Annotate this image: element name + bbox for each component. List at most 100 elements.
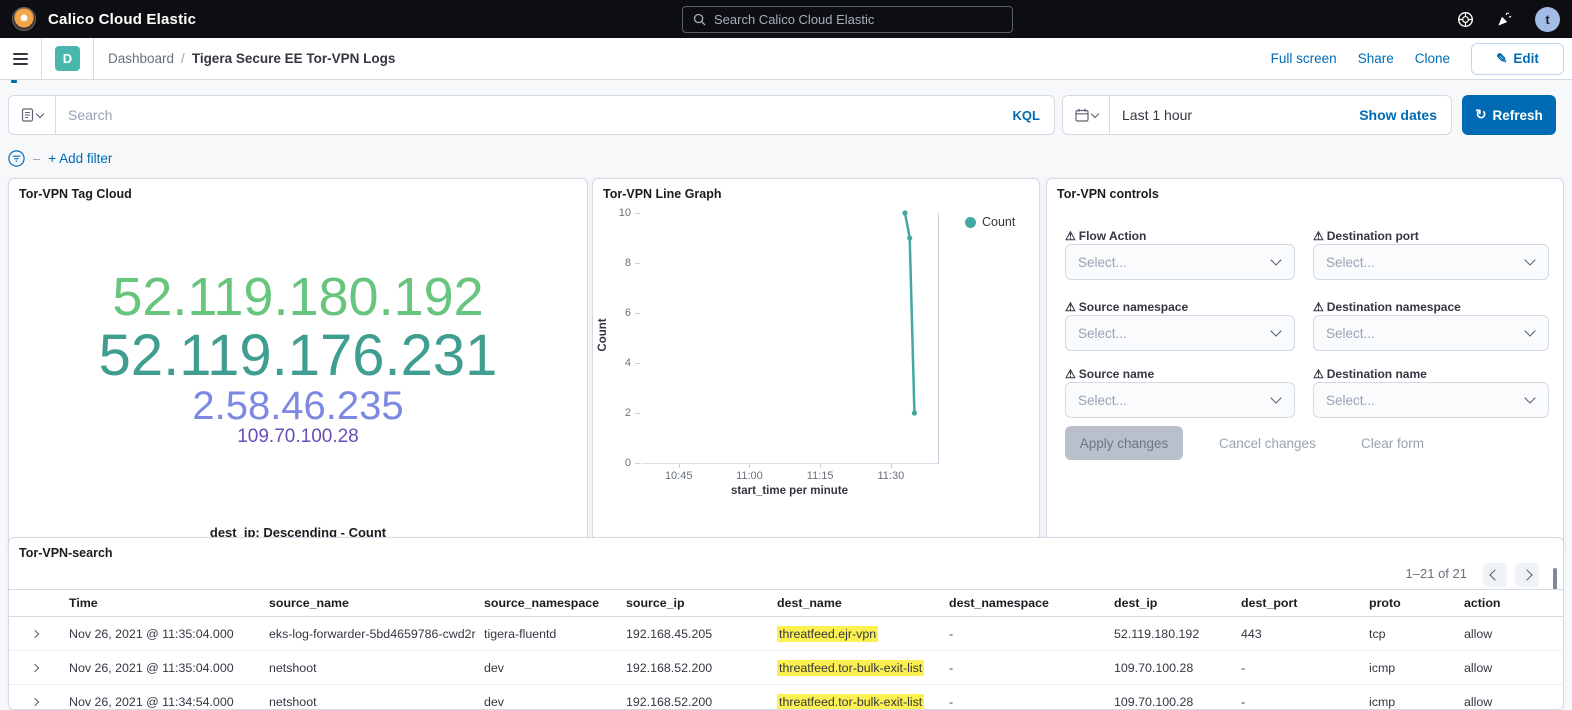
column-header-expander <box>9 590 61 616</box>
cell-source_namespace: dev <box>476 685 618 710</box>
cell-source_ip: 192.168.52.200 <box>618 651 769 684</box>
column-header-dest_ip[interactable]: dest_ip <box>1106 590 1233 616</box>
chevron-down-icon <box>1090 110 1098 118</box>
expand-row-button[interactable] <box>9 685 61 710</box>
pagination-next-button[interactable] <box>1515 563 1539 587</box>
cell-dest_port: - <box>1233 651 1361 684</box>
cell-source_namespace: dev <box>476 651 618 684</box>
filter-dash: – <box>33 151 40 166</box>
column-header-dest_port[interactable]: dest_port <box>1233 590 1361 616</box>
cell-dest_namespace: - <box>941 617 1106 650</box>
cell-source_name: netshoot <box>261 685 476 710</box>
warning-icon[interactable]: ⚠ <box>1065 300 1076 314</box>
edit-button[interactable]: ✎ Edit <box>1471 43 1564 75</box>
cancel-changes-button[interactable]: Cancel changes <box>1219 426 1316 460</box>
tag-cloud-term[interactable]: 2.58.46.235 <box>192 386 403 427</box>
cell-dest_namespace: - <box>941 651 1106 684</box>
warning-icon[interactable]: ⚠ <box>1313 367 1324 381</box>
dashboard-badge[interactable]: D <box>55 46 80 71</box>
column-header-source_name[interactable]: source_name <box>261 590 476 616</box>
panel-title: Tor-VPN Tag Cloud <box>19 187 132 201</box>
highlighted-dest-name: threatfeed.ejr-vpn <box>777 626 878 642</box>
warning-icon[interactable]: ⚠ <box>1065 367 1076 381</box>
table-body: Nov 26, 2021 @ 11:35:04.000eks-log-forwa… <box>9 617 1564 710</box>
refresh-button[interactable]: ↻ Refresh <box>1462 95 1556 135</box>
pagination-prev-button[interactable] <box>1483 563 1507 587</box>
tag-cloud-term[interactable]: 52.119.176.231 <box>99 326 498 386</box>
user-avatar[interactable]: t <box>1535 7 1560 32</box>
table-header-row: Timesource_namesource_namespacesource_ip… <box>9 589 1564 617</box>
search-results-panel: Tor-VPN-search 1–21 of 21 Timesource_nam… <box>8 537 1564 710</box>
control-label-text: Source namespace <box>1079 300 1188 314</box>
control-field-label: ⚠Source namespace <box>1065 300 1188 314</box>
date-quick-select-button[interactable] <box>1063 96 1110 134</box>
control-select-destination-namespace[interactable]: Select... <box>1313 315 1549 351</box>
column-header-action[interactable]: action <box>1456 590 1564 616</box>
table-row: Nov 26, 2021 @ 11:35:04.000netshootdev19… <box>9 651 1564 685</box>
whats-new-icon[interactable] <box>1496 11 1513 28</box>
time-range-value[interactable]: Last 1 hour <box>1110 107 1192 123</box>
control-label-text: Destination port <box>1327 229 1419 243</box>
warning-icon[interactable]: ⚠ <box>1313 300 1324 314</box>
control-select-source-name[interactable]: Select... <box>1065 382 1295 418</box>
column-header-proto[interactable]: proto <box>1361 590 1456 616</box>
legend-item-count[interactable]: Count <box>965 215 1015 229</box>
chevron-left-icon <box>1489 569 1500 580</box>
add-filter-button[interactable]: + Add filter <box>48 151 112 166</box>
refresh-button-label: Refresh <box>1493 108 1543 123</box>
clear-form-button[interactable]: Clear form <box>1361 426 1424 460</box>
page-title: Tigera Secure EE Tor-VPN Logs <box>192 51 396 66</box>
app-title: Calico Cloud Elastic <box>48 11 196 28</box>
legend-color-dot <box>965 217 976 228</box>
show-dates-button[interactable]: Show dates <box>1359 107 1451 123</box>
calico-logo[interactable] <box>12 7 36 31</box>
select-placeholder: Select... <box>1066 326 1272 341</box>
chevron-down-icon <box>1270 254 1281 265</box>
breadcrumb: Dashboard / Tigera Secure EE Tor-VPN Log… <box>108 51 395 66</box>
column-header-time[interactable]: Time <box>61 590 261 616</box>
column-header-dest_name[interactable]: dest_name <box>769 590 941 616</box>
column-header-dest_namespace[interactable]: dest_namespace <box>941 590 1106 616</box>
tag-cloud-term[interactable]: 52.119.180.192 <box>112 270 483 326</box>
expand-row-button[interactable] <box>9 651 61 684</box>
breadcrumb-dashboard-link[interactable]: Dashboard <box>108 51 174 66</box>
control-select-flow-action[interactable]: Select... <box>1065 244 1295 280</box>
panel-title: Tor-VPN controls <box>1057 187 1159 201</box>
column-header-source_ip[interactable]: source_ip <box>618 590 769 616</box>
kql-language-button[interactable]: KQL <box>1013 108 1054 123</box>
cell-dest_port: - <box>1233 685 1361 710</box>
full-screen-link[interactable]: Full screen <box>1271 51 1337 66</box>
control-select-destination-port[interactable]: Select... <box>1313 244 1549 280</box>
cell-dest_ip: 109.70.100.28 <box>1106 651 1233 684</box>
control-select-destination-name[interactable]: Select... <box>1313 382 1549 418</box>
cell-time: Nov 26, 2021 @ 11:35:04.000 <box>61 617 261 650</box>
control-select-source-namespace[interactable]: Select... <box>1065 315 1295 351</box>
hamburger-icon <box>13 53 28 65</box>
tag-cloud-panel: Tor-VPN Tag Cloud 52.119.180.19252.119.1… <box>8 178 588 553</box>
share-link[interactable]: Share <box>1358 51 1394 66</box>
warning-icon[interactable]: ⚠ <box>1065 229 1076 243</box>
controls-panel: Tor-VPN controls ⚠Flow ActionSelect...⚠D… <box>1046 178 1564 553</box>
chevron-right-icon <box>31 697 39 705</box>
saved-query-menu-button[interactable] <box>9 96 56 134</box>
filter-menu-icon[interactable] <box>8 150 25 167</box>
menu-toggle[interactable] <box>0 38 42 79</box>
warning-icon[interactable]: ⚠ <box>1313 229 1324 243</box>
breadcrumb-separator: / <box>181 51 185 66</box>
cell-source_name: eks-log-forwarder-5bd4659786-cwd2r <box>261 617 476 650</box>
global-search-input[interactable]: Search Calico Cloud Elastic <box>682 6 1013 33</box>
chevron-right-icon <box>31 629 39 637</box>
control-label-text: Flow Action <box>1079 229 1147 243</box>
tag-cloud-term[interactable]: 109.70.100.28 <box>237 427 359 447</box>
select-placeholder: Select... <box>1066 255 1272 270</box>
help-lifebuoy-icon[interactable] <box>1457 11 1474 28</box>
search-icon <box>693 13 706 26</box>
saved-query-icon <box>21 108 34 122</box>
column-header-source_namespace[interactable]: source_namespace <box>476 590 618 616</box>
chevron-down-icon <box>1524 392 1535 403</box>
time-range-picker[interactable]: Last 1 hour Show dates <box>1062 95 1452 135</box>
expand-row-button[interactable] <box>9 617 61 650</box>
query-input[interactable]: Search KQL <box>8 95 1055 135</box>
apply-changes-button[interactable]: Apply changes <box>1065 426 1183 460</box>
clone-link[interactable]: Clone <box>1415 51 1450 66</box>
